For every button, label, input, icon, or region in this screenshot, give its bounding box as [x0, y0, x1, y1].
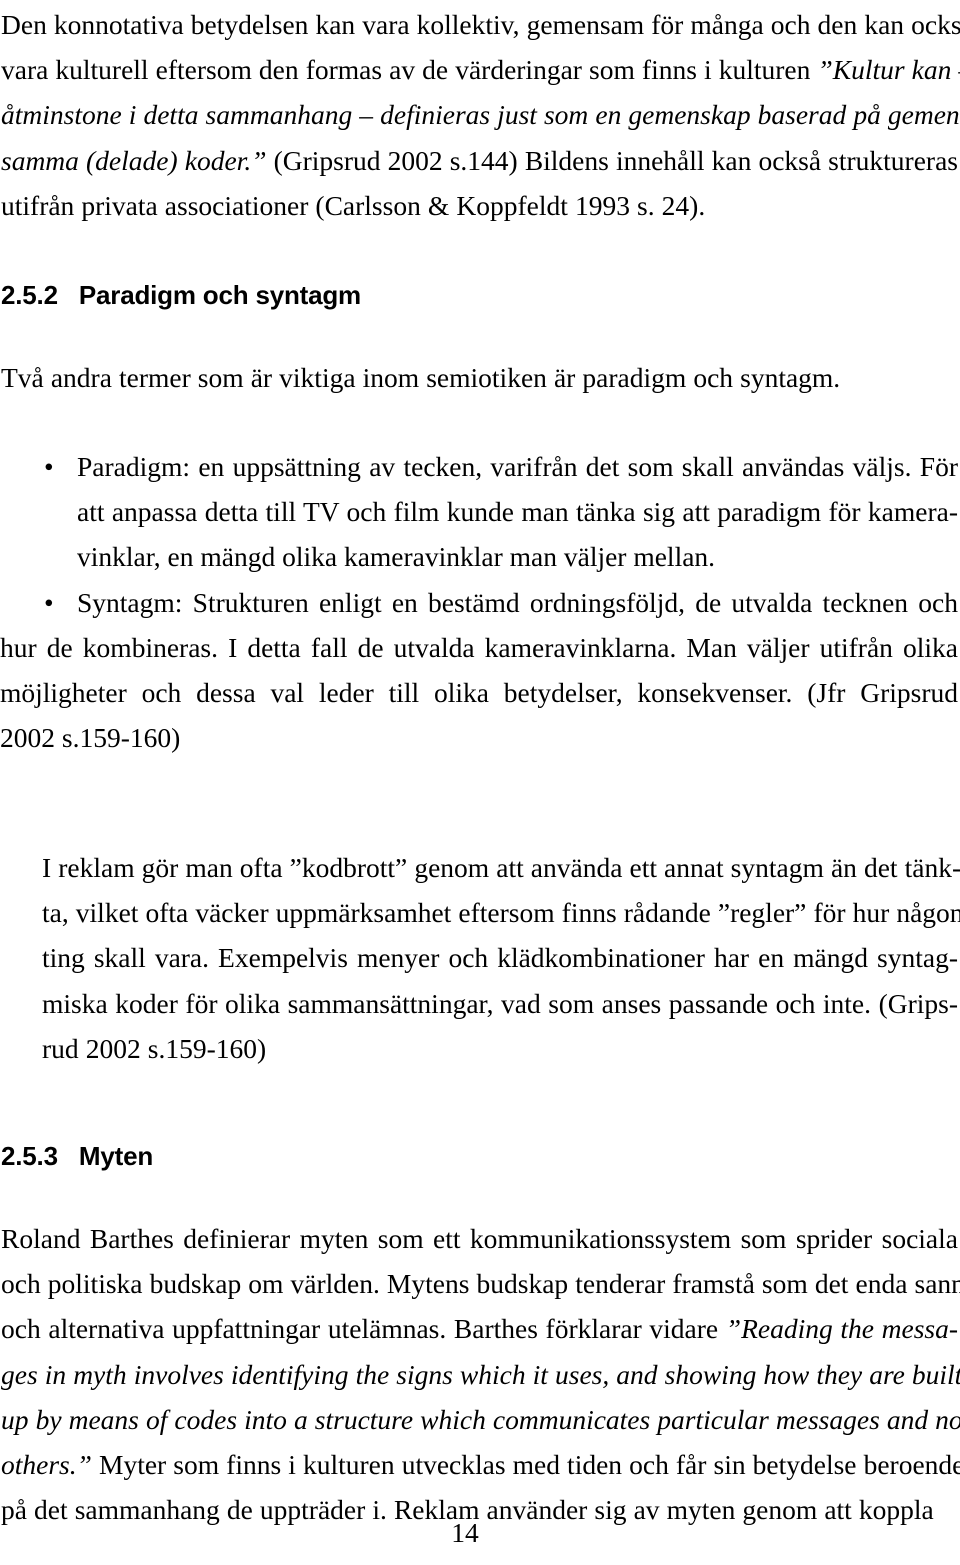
italic-run: åtminstone i detta sammanhang – definier…: [1, 99, 960, 131]
kodbrott-paragraph: I reklam gör man ofta ”kodbrott” genom a…: [42, 845, 960, 1071]
text-line: utifrån privata associationer (Carlsson …: [1, 183, 958, 228]
italic-run: ”Kultur kan –: [817, 54, 960, 86]
bullet-point-icon: •: [44, 586, 54, 618]
paradigm-syntagm-bullet-list: • Paradigm: en uppsättning av tecken, var…: [0, 444, 958, 760]
text-line: Paradigm: en uppsättning av tecken, vari…: [0, 444, 958, 489]
text-run: (Gripsrud 2002 s.144) Bildens innehåll k…: [266, 144, 958, 176]
text-line: och politiska budskap om världen. Mytens…: [1, 1261, 960, 1306]
italic-run: ges in myth involves identifying the sig…: [1, 1358, 960, 1390]
text-run: Myter som finns i kulturen utvecklas med…: [91, 1449, 960, 1481]
text-run: och alternativa uppfattningar utelämnas.…: [1, 1313, 726, 1345]
text-line: vinklar, en mängd olika kameravinklar ma…: [0, 534, 958, 579]
text-line: Syntagm: Strukturen enligt en bestämd or…: [0, 580, 958, 625]
text-line: Roland Barthes definierar myten som ett …: [1, 1216, 958, 1261]
list-item: • Syntagm: Strukturen enligt en bestämd o…: [0, 580, 958, 761]
text-run: Två andra termer som är viktiga inom sem…: [1, 362, 841, 393]
text-run: rud 2002 s.159-160): [42, 1032, 267, 1064]
italic-run: up by means of codes into a structure wh…: [1, 1403, 960, 1435]
section-heading-paradigm-och-syntagm: 2.5.2 Paradigm och syntagm: [1, 280, 361, 310]
text-run: ting skall vara. Exempelvis menyer och k…: [42, 942, 958, 974]
text-line: hur de kombineras. I detta fall de utval…: [0, 625, 958, 670]
text-run: I reklam gör man ofta ”kodbrott” genom a…: [42, 852, 960, 883]
text-line: vara kulturell eftersom den formas av de…: [1, 47, 960, 92]
text-run: miska koder för olika sammansättningar, …: [42, 987, 958, 1019]
section-heading-myten: 2.5.3 Myten: [1, 1141, 154, 1171]
list-item-text: Paradigm: en uppsättning av tecken, vari…: [0, 444, 958, 580]
page-number: 14: [451, 1517, 479, 1548]
intro-paragraph: Den konnotativa betydelsen kan vara koll…: [1, 2, 960, 228]
text-line: ges in myth involves identifying the sig…: [1, 1352, 960, 1397]
paradigm-intro-paragraph: Två andra termer som är viktiga inom sem…: [1, 355, 958, 400]
text-line: miska koder för olika sammansättningar, …: [42, 981, 958, 1026]
text-line: I reklam gör man ofta ”kodbrott” genom a…: [42, 845, 960, 890]
text-line: Två andra termer som är viktiga inom sem…: [1, 355, 958, 400]
text-run: Den konnotativa betydelsen kan vara koll…: [1, 9, 960, 40]
text-line: åtminstone i detta sammanhang – definier…: [1, 92, 960, 137]
text-run: möjligheter och dessa val leder till oli…: [0, 677, 958, 709]
text-line: att anpassa detta till TV och film kunde…: [0, 489, 958, 534]
document-page: Den konnotativa betydelsen kan vara koll…: [0, 0, 960, 1565]
list-item: • Paradigm: en uppsättning av tecken, var…: [0, 444, 958, 580]
bullet-point-icon: •: [44, 451, 54, 482]
text-line: rud 2002 s.159-160): [42, 1026, 958, 1071]
text-line: 2002 s.159-160): [0, 715, 958, 760]
text-run: Roland Barthes definierar myten som ett …: [1, 1223, 958, 1254]
text-line: samma (delade) koder.” (Gripsrud 2002 s.…: [1, 138, 958, 183]
text-line: ta, vilket ofta väcker uppmärksamhet eft…: [42, 890, 960, 935]
text-run: utifrån privata associationer (Carlsson …: [1, 189, 706, 221]
text-line: möjligheter och dessa val leder till oli…: [0, 670, 958, 715]
text-run: ta, vilket ofta väcker uppmärksamhet eft…: [42, 897, 960, 929]
italic-run: others.”: [1, 1449, 92, 1481]
text-line: up by means of codes into a structure wh…: [1, 1397, 960, 1442]
text-line: och alternativa uppfattningar utelämnas.…: [1, 1306, 958, 1351]
text-line: ting skall vara. Exempelvis menyer och k…: [42, 935, 958, 980]
text-run: och politiska budskap om världen. Mytens…: [1, 1268, 960, 1300]
text-run: 2002 s.159-160): [0, 722, 181, 754]
myten-paragraph: Roland Barthes definierar myten som ett …: [1, 1216, 960, 1532]
italic-run: samma (delade) koder.”: [1, 144, 267, 176]
italic-run: ”Reading the messa-: [725, 1313, 959, 1345]
text-run: vara kulturell eftersom den formas av de…: [1, 54, 818, 86]
text-line: others.” Myter som finns i kulturen utve…: [1, 1442, 960, 1487]
text-run: Syntagm: Strukturen enligt en bestämd or…: [77, 586, 958, 618]
text-run: vinklar, en mängd olika kameravinklar ma…: [77, 541, 716, 573]
text-line: Den konnotativa betydelsen kan vara koll…: [1, 2, 960, 47]
text-run: hur de kombineras. I detta fall de utval…: [0, 631, 958, 663]
text-run: Paradigm: en uppsättning av tecken, vari…: [77, 451, 958, 482]
text-run: att anpassa detta till TV och film kunde…: [77, 496, 958, 528]
list-item-text: Syntagm: Strukturen enligt en bestämd or…: [0, 580, 958, 761]
